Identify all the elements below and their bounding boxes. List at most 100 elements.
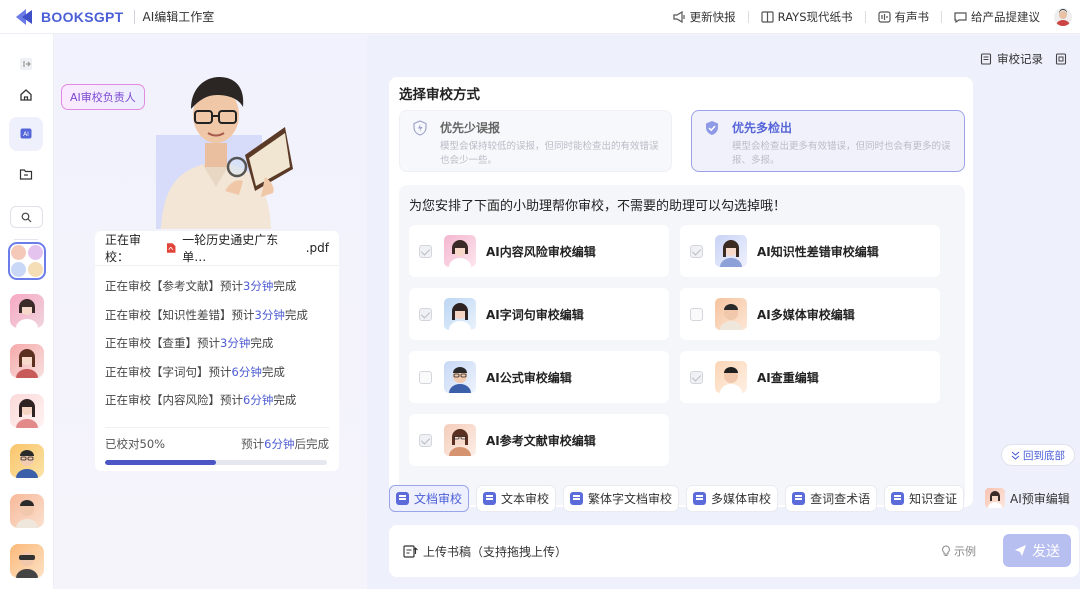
progress-summary: 已校对50% 预计6分钟后完成 [105,426,329,452]
assistant-avatar [715,298,747,330]
assistant-formula[interactable]: AI公式审校编辑 [409,351,669,403]
assistant-checkbox[interactable] [419,433,432,447]
check-shield-icon [706,121,718,135]
assistant-prompt: 为您安排了下面的小助理帮你审校，不需要的助理可以勾选掉哦！ [409,199,787,214]
file-ext: .pdf [305,241,329,255]
home-button[interactable] [9,78,43,112]
assistant-name: AI公式审校编辑 [486,370,572,385]
divider [133,9,135,24]
assistant-checkbox[interactable] [419,244,432,258]
tool-document-review[interactable]: 文档审校 [389,484,470,512]
assistant-avatar [715,361,747,393]
tool-fact-check[interactable]: 知识查证 [884,484,965,512]
agent-avatar-6[interactable] [10,544,44,578]
upload-label: 上传书稿（支持拖拽上传） [423,544,568,559]
nav-search-button[interactable] [10,206,43,228]
ai-reviewer-badge: AI审校负责人 [61,84,145,110]
assistant-knowledge-error[interactable]: AI知识性差错审校编辑 [680,225,940,277]
record-icon [980,53,992,65]
double-chevron-down-icon [1011,451,1020,460]
user-avatar[interactable] [1054,8,1072,26]
news-label: 更新快报 [689,10,736,24]
file-name[interactable]: 一轮历史通史广东单… [182,231,296,265]
option-desc: 模型会检查出更多有效错误，但同时也会有更多的误报、多报。 [732,141,951,166]
document-icon [396,491,409,505]
eta-text: 预计6分钟后完成 [241,436,329,451]
collapse-icon [20,58,32,70]
review-config-card: 选择审校方式 优先少误报 模型会保持较低的误报，但同时能检查出的有效错误也会少一… [389,77,973,507]
assistant-multimedia[interactable]: AI多媒体审校编辑 [680,288,940,340]
agent-avatar-2[interactable] [10,344,44,378]
assistant-content-risk[interactable]: AI内容风险审校编辑 [409,225,669,277]
current-file-header: 正在审校： 一轮历史通史广东单… .pdf [95,231,339,265]
ai-pre-edit-label: AI预审编辑 [1010,491,1070,506]
assistant-checkbox[interactable] [419,370,432,384]
assistant-avatar [715,235,747,267]
assistant-avatar [444,424,476,456]
assistant-references[interactable]: AI参考文献审校编辑 [409,414,669,466]
assistant-avatar [444,361,476,393]
assistant-avatar [444,298,476,330]
tool-multimedia-review[interactable]: 多媒体审校 [686,484,779,512]
agent-avatar-4[interactable] [10,444,44,478]
progress-bar [105,459,327,465]
upload-button[interactable]: 上传书稿（支持拖拽上传） [403,543,567,560]
assistant-checkbox[interactable] [690,370,703,384]
option-low-false-positive[interactable]: 优先少误报 模型会保持较低的误报，但同时能检查出的有效错误也会少一些。 [399,110,672,172]
task-item: 正在审校【查重】预计3分钟完成 [105,336,274,350]
assistant-name: AI参考文献审校编辑 [486,433,596,448]
panel-icon[interactable] [1055,53,1067,65]
task-item: 正在审校【内容风险】预计6分钟完成 [105,393,297,407]
agent-avatar-5[interactable] [10,494,44,528]
ai-icon: AI [20,128,32,139]
brand-logo[interactable]: BOOKSGPT [14,7,124,27]
files-button[interactable] [9,157,43,191]
folder-icon [19,169,33,180]
option-desc: 模型会保持较低的误报，但同时能检查出的有效错误也会少一些。 [440,141,659,166]
multimedia-icon [693,491,707,505]
rays-link[interactable]: RAYS现代纸书 [761,9,853,25]
agent-avatar-1[interactable] [10,294,44,328]
assistant-checkbox[interactable] [419,307,432,321]
back-to-bottom-button[interactable]: 回到底部 [1001,444,1075,466]
assistant-wording[interactable]: AI字词句审校编辑 [409,288,669,340]
agent-group-avatar[interactable] [8,242,46,280]
audiobook-label: 有声书 [894,10,930,24]
feedback-link[interactable]: 给产品提建议 [954,9,1040,25]
assistant-checkbox[interactable] [690,307,703,321]
mode-toolbar: 文档审校 文本审校 繁体字文档审校 多媒体审校 查词查术语 知识查证 [389,484,971,512]
task-item: 正在审校【字词句】预计6分钟完成 [105,364,285,379]
assistant-duplicate-check[interactable]: AI查重编辑 [680,351,940,403]
progress-fill [105,459,216,465]
top-bar: BOOKSGPT AI编辑工作室 更新快报 RAYS现代纸书 有声书 给产品提建… [0,0,1080,34]
assistant-name: AI多媒体审校编辑 [757,307,855,322]
agent-avatar-3[interactable] [10,394,44,428]
ai-workspace-button[interactable]: AI [9,117,43,151]
tool-term-lookup[interactable]: 查词查术语 [785,484,878,512]
assistant-checkbox[interactable] [690,244,703,258]
tool-traditional-review[interactable]: 繁体字文档审校 [563,484,680,512]
news-link[interactable]: 更新快报 [673,9,736,25]
ai-pre-edit-button[interactable]: AI预审编辑 [985,488,1070,508]
bolt-shield-icon [413,120,427,136]
left-nav: AI [0,34,54,589]
review-status-panel: AI审校负责人 正在审校： 一轮历史通史广东单… .pdf 正在审校【参考文献】… [55,35,367,589]
collapse-button[interactable] [9,47,43,81]
send-icon [1015,545,1026,556]
audit-record-button[interactable]: 审校记录 [980,51,1072,67]
svg-text:AI: AI [23,131,29,138]
audiobook-link[interactable]: 有声书 [877,9,930,25]
task-item: 正在审校【参考文献】预计3分钟完成 [105,279,297,293]
rays-label: RAYS现代纸书 [777,10,853,24]
lightbulb-icon [942,545,950,556]
example-button[interactable]: 示例 [941,543,976,559]
send-button[interactable]: 发送 [1003,534,1071,567]
option-title: 优先多检出 [732,121,793,135]
review-progress-card: 正在审校： 一轮历史通史广东单… .pdf 正在审校【参考文献】预计3分钟完成 … [95,231,339,473]
tool-text-review[interactable]: 文本审校 [476,484,557,512]
assistant-name: AI查重编辑 [757,370,819,385]
traditional-char-icon [570,491,584,505]
book-icon [761,11,774,23]
option-high-recall[interactable]: 优先多检出 模型会检查出更多有效错误，但同时也会有更多的误报、多报。 [691,110,965,172]
upload-icon [403,545,418,558]
